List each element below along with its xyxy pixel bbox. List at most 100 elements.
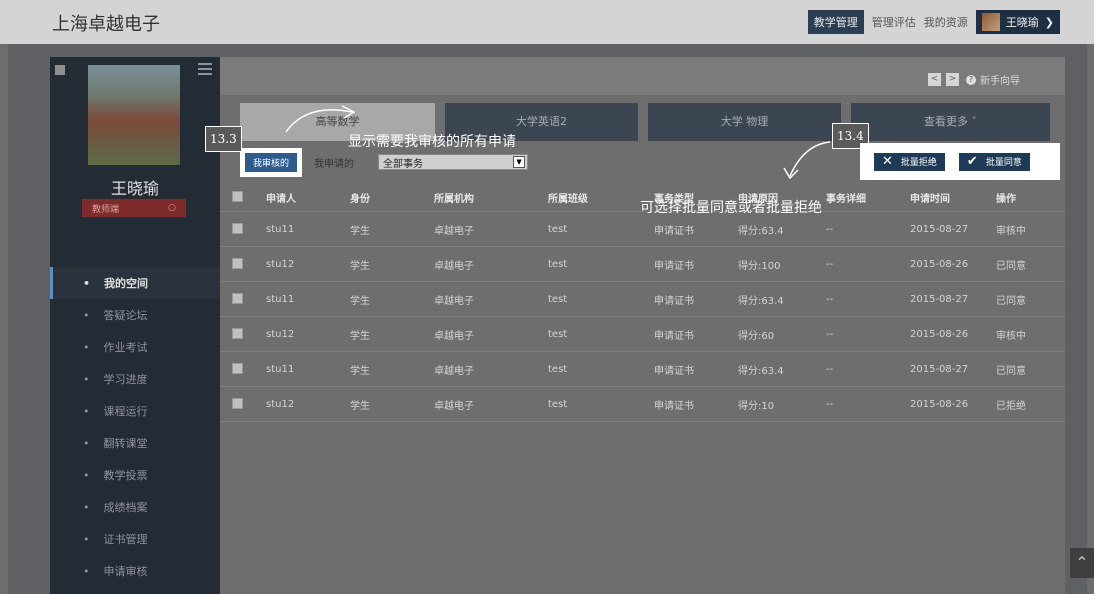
col-applicant: 申请人 [266,183,350,212]
table-cell: 得分:100 [738,246,826,282]
row-checkbox[interactable] [232,293,243,305]
bulk-reject-button[interactable]: ✕ 批量拒绝 [874,152,945,171]
new-user-guide[interactable]: ? 新手向导 [966,72,1020,87]
row-checkbox[interactable] [232,328,243,340]
chevron-down-icon: ❯ [1044,15,1054,29]
table-cell: 得分:63.4 [738,281,826,317]
role-badge[interactable]: 教师端 ○ [82,199,186,217]
sidebar-item-application-review[interactable]: • 申请审核 [50,555,220,587]
menu-toggle-icon[interactable] [198,63,212,77]
row-checkbox[interactable] [232,398,243,410]
next-button[interactable]: > [946,73,959,86]
sidebar-item-learning-progress[interactable]: • 学习进度 [50,363,220,395]
select-value: 全部事务 [383,158,424,170]
table-cell: stu11 [266,211,350,247]
table-cell: -- [826,211,910,247]
affair-type-select[interactable]: 全部事务 ▼ [378,154,529,170]
switch-icon: ○ [168,203,176,213]
guide-label: 新手向导 [980,76,1020,87]
table-cell[interactable]: 审核中 [996,316,1065,352]
filter-applied-by-me[interactable]: 我申请的 [314,155,354,170]
filter-reviewed-by-me[interactable]: 我审核的 [240,147,303,177]
table-cell[interactable]: 审核中 [996,211,1065,247]
role-label: 教师端 [92,204,120,215]
table-cell[interactable]: 已同意 [996,281,1065,317]
user-icon [55,65,65,75]
annotation-text-2: 可选择批量同意或者批量拒绝 [640,200,822,216]
table-cell: 学生 [350,316,434,352]
sidebar-item-teaching-vote[interactable]: • 教学投票 [50,459,220,491]
col-organization: 所属机构 [434,183,548,212]
table-cell[interactable]: 已拒绝 [996,386,1065,422]
sidebar-item-qa-forum[interactable]: • 答疑论坛 [50,299,220,331]
check-icon: ✔ [966,154,978,169]
table-cell: stu12 [266,316,350,352]
table-cell: 申请证书 [654,316,738,352]
application-table: 申请人 身份 所属机构 所属班级 事务类型 申请原因 事务详细 申请时间 操作 … [220,183,1065,422]
table-cell: test [548,316,654,352]
table-cell: -- [826,246,910,282]
col-class: 所属班级 [548,183,654,212]
table-cell: 申请证书 [654,351,738,387]
table-cell: test [548,246,654,282]
row-checkbox[interactable] [232,363,243,375]
table-cell: 得分:63.4 [738,351,826,387]
sidebar-item-flipped-classroom[interactable]: • 翻转课堂 [50,427,220,459]
arrow-icon [783,141,831,180]
table-cell: 得分:60 [738,316,826,352]
sidebar-item-homework-exam[interactable]: • 作业考试 [50,331,220,363]
annotation-text-1: 显示需要我审核的所有申请 [348,134,516,150]
sidebar-item-certificate-management[interactable]: • 证书管理 [50,523,220,555]
table-cell: 学生 [350,211,434,247]
sidebar-item-course-operation[interactable]: • 课程运行 [50,395,220,427]
table-cell: 2015-08-26 [910,246,996,282]
table-cell: 2015-08-27 [910,211,996,247]
table-cell: 申请证书 [654,281,738,317]
user-menu[interactable]: 王晓瑜 ❯ [975,10,1060,34]
tab-view-more[interactable]: 查看更多 ˇ [851,103,1050,141]
bulk-approve-button[interactable]: ✔ 批量同意 [958,152,1030,171]
table-cell: -- [826,386,910,422]
table-row: stu11 学生 卓越电子 test 申请证书 得分:63.4 -- 2015-08-27 已同… [220,351,1065,387]
table-cell: 卓越电子 [434,386,548,422]
profile-name: 王晓瑜 [110,179,159,198]
table-cell: 申请证书 [654,246,738,282]
row-checkbox[interactable] [232,258,243,270]
row-checkbox[interactable] [232,223,243,235]
table-cell: stu11 [266,351,350,387]
table-cell: 卓越电子 [434,281,548,317]
side-nav: • 我的空间 • 答疑论坛 • 作业考试 • 学习进度 • 课程运行 • 翻转课堂 • 教学投… [50,267,220,587]
chevron-down-icon: ▼ [513,156,526,168]
content-toolbar: < > ? 新手向导 [220,57,1065,95]
table-cell: stu11 [266,281,350,317]
avatar [981,13,1000,31]
col-time: 申请时间 [910,183,996,212]
table-cell: 学生 [350,351,434,387]
table-row: stu12 学生 卓越电子 test 申请证书 得分:100 -- 2015-08-26 已同意 [220,246,1065,282]
table-cell: 2015-08-27 [910,281,996,317]
table-cell: 2015-08-26 [910,386,996,422]
nav-teaching-management[interactable]: 教学管理 [807,10,864,34]
prev-button[interactable]: < [928,73,941,86]
brand-title: 上海卓越电子 [52,14,160,35]
scroll-to-top-button[interactable]: ⌃ [1070,548,1094,578]
bulk-actions: ✕ 批量拒绝 ✔ 批量同意 [860,143,1060,180]
sidebar-item-my-space[interactable]: • 我的空间 [50,267,220,299]
col-details: 事务详细 [826,183,910,212]
table-cell[interactable]: 已同意 [996,351,1065,387]
bulk-approve-label: 批量同意 [985,158,1022,168]
table-cell[interactable]: 已同意 [996,246,1065,282]
nav-management-evaluation[interactable]: 管理评估 [872,14,916,30]
user-name: 王晓瑜 [1005,16,1039,29]
select-all-checkbox[interactable] [232,191,243,203]
nav-my-resources[interactable]: 我的资源 [924,14,968,30]
help-icon: ? [966,74,976,85]
profile-photo [88,65,180,165]
table-cell: test [548,351,654,387]
table-cell: 2015-08-26 [910,316,996,352]
table-cell: -- [826,281,910,317]
table-cell: 学生 [350,281,434,317]
table-cell: 卓越电子 [434,316,548,352]
arrow-icon [285,105,356,133]
sidebar-item-grade-archive[interactable]: • 成绩档案 [50,491,220,523]
